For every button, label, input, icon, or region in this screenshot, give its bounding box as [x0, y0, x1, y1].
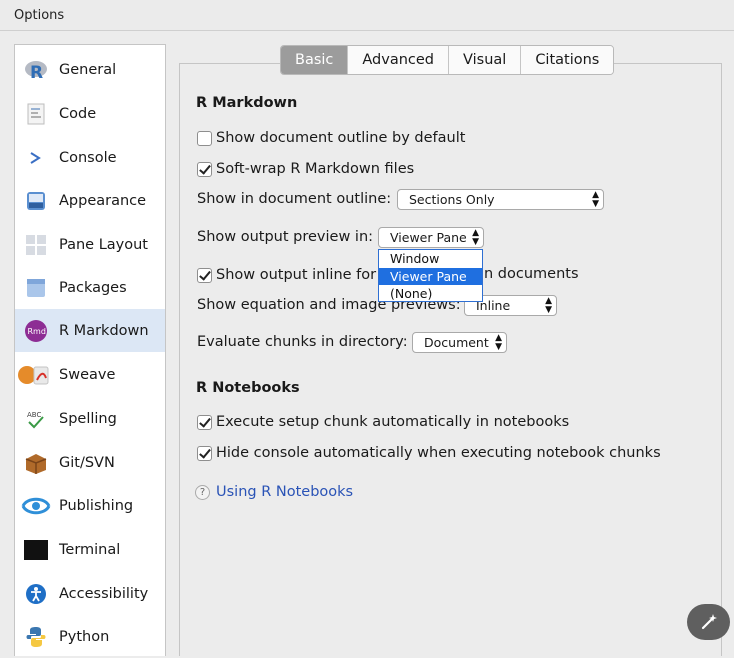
sidebar-item-label: Python	[59, 628, 110, 645]
tab-citations[interactable]: Citations	[521, 46, 614, 74]
spelling-icon: ABC	[23, 406, 49, 432]
window-title: Options	[0, 0, 734, 31]
preview-option-none[interactable]: (None)	[379, 285, 482, 303]
sidebar-item-sweave[interactable]: Sweave	[15, 353, 165, 396]
r-logo-icon: R	[23, 57, 49, 83]
sidebar-item-general[interactable]: R General	[15, 48, 165, 91]
eval-dir-select-value: Document	[424, 335, 489, 350]
settings-tabs: Basic Advanced Visual Citations	[280, 45, 615, 75]
preview-label: Show output preview in:	[197, 229, 374, 245]
updown-arrows-icon: ▲ ▼	[472, 227, 479, 247]
setup-chunk-checkbox[interactable]	[197, 414, 212, 430]
sidebar-item-label: General	[59, 61, 117, 78]
sidebar-item-r-markdown[interactable]: Rmd R Markdown	[15, 309, 165, 352]
code-doc-icon	[23, 101, 49, 127]
inline-output-label-tail: n documents	[484, 266, 579, 282]
preview-option-window[interactable]: Window	[379, 250, 482, 268]
preview-select-value: Viewer Pane	[390, 230, 467, 245]
sidebar-item-publishing[interactable]: Publishing	[15, 484, 165, 527]
sidebar-item-accessibility[interactable]: Accessibility	[15, 572, 165, 615]
sidebar-item-appearance[interactable]: Appearance	[15, 179, 165, 222]
sidebar-item-terminal[interactable]: Terminal	[15, 528, 165, 571]
sidebar-item-label: Pane Layout	[59, 236, 148, 253]
r-notebooks-heading: R Notebooks	[196, 380, 300, 396]
sidebar-item-pane-layout[interactable]: Pane Layout	[15, 223, 165, 266]
inline-output-label: Show output inline for	[216, 267, 377, 283]
soft-wrap-option[interactable]: Soft-wrap R Markdown files	[197, 160, 414, 178]
packages-icon	[23, 275, 49, 301]
inline-output-option[interactable]: Show output inline for	[197, 266, 376, 284]
preview-select[interactable]: Viewer Pane ▲ ▼	[378, 227, 484, 248]
sidebar-item-python[interactable]: Python	[15, 615, 165, 658]
show-outline-label: Show document outline by default	[216, 130, 466, 146]
updown-arrows-icon: ▲ ▼	[592, 189, 599, 209]
svg-text:Rmd: Rmd	[28, 327, 46, 336]
console-prompt-icon	[23, 145, 49, 171]
setup-chunk-label: Execute setup chunk automatically in not…	[216, 414, 570, 430]
sidebar-item-label: Publishing	[59, 497, 134, 514]
sidebar-item-label: Console	[59, 149, 117, 166]
rmd-icon: Rmd	[23, 318, 49, 344]
sidebar-item-label: Sweave	[59, 366, 116, 383]
eval-dir-select[interactable]: Document ▲ ▼	[412, 332, 507, 353]
options-sidebar: R General Code Console Appearance Pane L…	[14, 44, 166, 656]
r-markdown-heading: R Markdown	[196, 95, 298, 111]
inline-output-checkbox[interactable]	[197, 267, 212, 283]
publishing-icon	[19, 493, 53, 519]
sidebar-item-label: Packages	[59, 279, 127, 296]
magic-wand-icon	[701, 614, 717, 630]
sidebar-item-label: Appearance	[59, 192, 147, 209]
preview-dropdown-menu: Window Viewer Pane (None)	[378, 249, 483, 302]
sidebar-item-git-svn[interactable]: Git/SVN	[15, 441, 165, 484]
appearance-icon	[23, 188, 49, 214]
terminal-icon	[23, 537, 49, 563]
svg-text:ABC: ABC	[27, 411, 41, 419]
settings-panel	[179, 63, 722, 656]
sidebar-item-code[interactable]: Code	[15, 92, 165, 135]
outline-select[interactable]: Sections Only ▲ ▼	[397, 189, 604, 210]
sidebar-item-console[interactable]: Console	[15, 136, 165, 179]
outline-label: Show in document outline:	[197, 191, 392, 207]
sidebar-item-label: R Markdown	[59, 322, 149, 339]
help-icon: ?	[195, 484, 210, 500]
tab-basic[interactable]: Basic	[281, 46, 349, 74]
soft-wrap-checkbox[interactable]	[197, 161, 212, 177]
sidebar-item-label: Git/SVN	[59, 454, 115, 471]
git-box-icon	[23, 450, 49, 476]
using-notebooks-link[interactable]: ? Using R Notebooks	[195, 484, 353, 500]
python-icon	[23, 624, 49, 650]
sidebar-item-label: Accessibility	[59, 585, 149, 602]
hide-console-option[interactable]: Hide console automatically when executin…	[197, 444, 661, 462]
tab-advanced[interactable]: Advanced	[348, 46, 450, 74]
show-outline-option[interactable]: Show document outline by default	[197, 129, 465, 147]
magic-wand-button[interactable]	[687, 604, 730, 640]
eval-dir-label: Evaluate chunks in directory:	[197, 334, 408, 350]
preview-option-viewer-pane[interactable]: Viewer Pane	[379, 267, 482, 285]
sidebar-item-packages[interactable]: Packages	[15, 266, 165, 309]
hide-console-label: Hide console automatically when executin…	[216, 445, 661, 461]
hide-console-checkbox[interactable]	[197, 445, 212, 461]
sidebar-item-label: Spelling	[59, 410, 117, 427]
outline-select-value: Sections Only	[409, 192, 495, 207]
setup-chunk-option[interactable]: Execute setup chunk automatically in not…	[197, 413, 569, 431]
sidebar-item-label: Terminal	[59, 541, 121, 558]
accessibility-icon	[23, 581, 49, 607]
updown-arrows-icon: ▲ ▼	[545, 295, 552, 315]
sidebar-item-label: Code	[59, 105, 97, 122]
svg-text:R: R	[30, 63, 43, 82]
updown-arrows-icon: ▲ ▼	[495, 332, 502, 352]
sweave-icon	[17, 362, 51, 388]
sidebar-item-spelling[interactable]: ABC Spelling	[15, 397, 165, 440]
using-notebooks-link-label: Using R Notebooks	[216, 484, 354, 500]
pane-layout-icon	[23, 232, 49, 258]
tab-visual[interactable]: Visual	[449, 46, 522, 74]
show-outline-checkbox[interactable]	[197, 130, 212, 146]
soft-wrap-label: Soft-wrap R Markdown files	[216, 161, 415, 177]
